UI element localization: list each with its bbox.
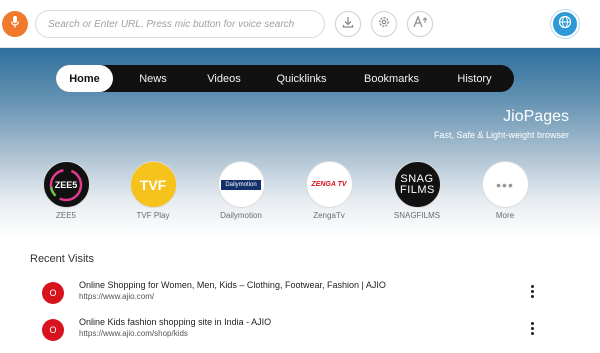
mic-icon	[9, 15, 21, 34]
download-button[interactable]	[335, 11, 361, 37]
tab-history[interactable]: History	[435, 65, 514, 92]
download-icon	[341, 15, 355, 34]
home-hero: Home News Videos Quicklinks Bookmarks Hi…	[0, 48, 600, 238]
shortcut-zengatv[interactable]: ZENGA TV ZengaTv	[297, 161, 361, 220]
search-input[interactable]	[48, 18, 324, 30]
top-toolbar	[0, 0, 600, 48]
language-button[interactable]	[551, 10, 579, 38]
tab-news[interactable]: News	[113, 65, 193, 92]
nav-tab-bar: Home News Videos Quicklinks Bookmarks Hi…	[56, 65, 514, 92]
kebab-icon[interactable]	[527, 281, 537, 301]
visit-url: https://www.ajio.com/shop/kids	[79, 329, 188, 338]
site-favicon: O	[42, 282, 64, 304]
zee5-logo: ZEE5	[42, 161, 90, 208]
recent-visits-heading: Recent Visits	[30, 253, 94, 265]
svg-text:ZEE5: ZEE5	[55, 180, 78, 190]
visit-title[interactable]: Online Shopping for Women, Men, Kids – C…	[79, 280, 386, 290]
shortcut-label: ZengaTv	[313, 211, 345, 220]
shortcut-label: TVF Play	[136, 211, 170, 220]
recent-visit-item[interactable]: O Online Kids fashion shopping site in I…	[42, 316, 562, 346]
site-favicon: O	[42, 319, 64, 341]
shortcut-dailymotion[interactable]: Dailymotion Dailymotion	[209, 161, 273, 220]
text-size-icon	[412, 14, 428, 34]
brand-title: JioPages	[503, 108, 569, 125]
tab-quicklinks[interactable]: Quicklinks	[255, 65, 348, 92]
mic-button[interactable]	[2, 11, 28, 37]
snagfilms-logo: SNAG FILMS	[393, 161, 441, 208]
brand-subtitle: Fast, Safe & Light-weight browser	[433, 130, 569, 140]
shortcut-label: More	[495, 211, 515, 220]
shortcut-label: SNAGFILMS	[393, 211, 441, 220]
settings-button[interactable]	[371, 11, 397, 37]
tab-videos[interactable]: Videos	[193, 65, 255, 92]
tab-home[interactable]: Home	[56, 65, 113, 92]
kebab-icon[interactable]	[527, 318, 537, 338]
shortcut-zee5[interactable]: ZEE5 ZEE5	[34, 161, 98, 220]
recent-visit-item[interactable]: O Online Shopping for Women, Men, Kids –…	[42, 279, 562, 309]
shortcut-label: Dailymotion	[220, 211, 262, 220]
tab-bookmarks[interactable]: Bookmarks	[348, 65, 435, 92]
visit-url: https://www.ajio.com/	[79, 292, 155, 301]
visit-title[interactable]: Online Kids fashion shopping site in Ind…	[79, 317, 271, 327]
text-size-button[interactable]	[407, 11, 433, 37]
tvf-logo: TVF	[129, 161, 177, 208]
shortcut-label: ZEE5	[55, 211, 76, 220]
shortcut-snagfilms[interactable]: SNAG FILMS SNAGFILMS	[385, 161, 449, 220]
url-search-field[interactable]	[35, 10, 325, 38]
shortcut-tvf-play[interactable]: TVF TVF Play	[121, 161, 185, 220]
dailymotion-logo: Dailymotion	[217, 161, 265, 208]
shortcut-more[interactable]: ••• More	[473, 161, 537, 220]
more-icon: •••	[481, 161, 529, 208]
zengatv-logo: ZENGA TV	[305, 161, 353, 208]
globe-icon	[558, 15, 572, 34]
gear-icon	[377, 15, 391, 34]
